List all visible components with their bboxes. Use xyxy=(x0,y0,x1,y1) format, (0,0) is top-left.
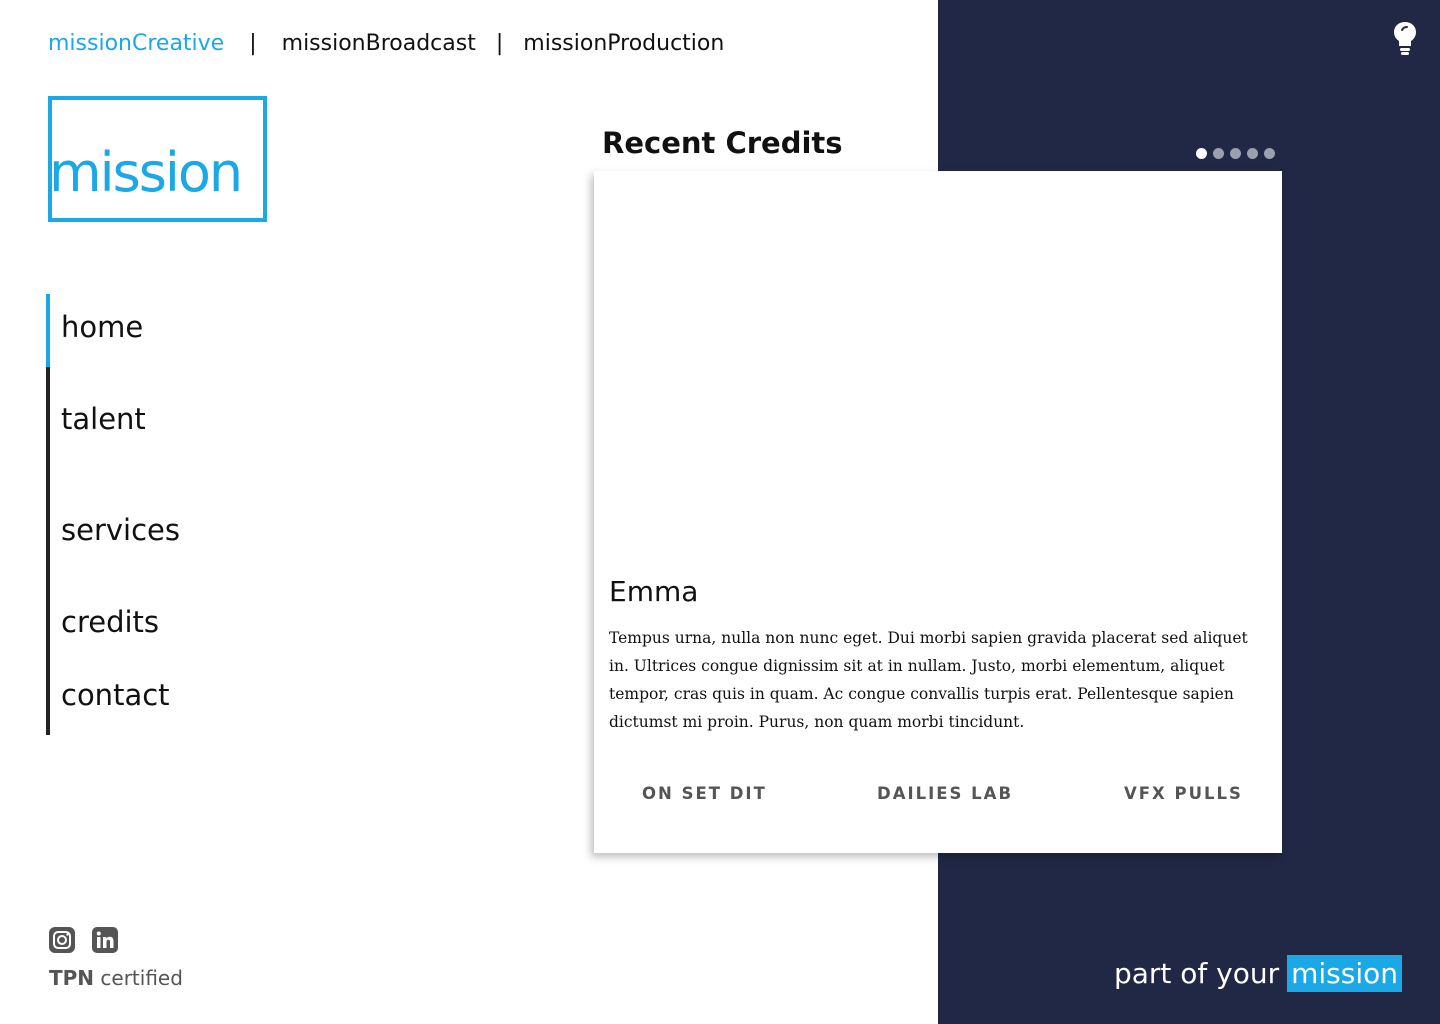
sidenav-item-services[interactable]: services xyxy=(46,478,346,570)
tpn-certified: TPN certified xyxy=(49,966,183,990)
mission-logo[interactable]: mission xyxy=(48,96,267,222)
topnav-mission-creative[interactable]: missionCreative xyxy=(48,31,224,56)
carousel-dot-5[interactable] xyxy=(1264,148,1275,159)
tpn-label: TPN xyxy=(49,966,95,990)
tpn-status: certified xyxy=(100,966,183,990)
sidenav-item-home[interactable]: home xyxy=(46,294,346,367)
card-title: Emma xyxy=(609,575,699,608)
carousel-dot-4[interactable] xyxy=(1247,148,1258,159)
topnav-separator: | xyxy=(495,30,504,56)
tag-vfx-pulls[interactable]: VFX PULLS xyxy=(1124,784,1243,803)
tagline: part of your mission xyxy=(1114,955,1402,992)
instagram-icon[interactable] xyxy=(49,927,75,953)
topnav-separator: | xyxy=(249,30,257,56)
card-image-area xyxy=(594,171,1282,561)
sidenav-item-contact[interactable]: contact xyxy=(46,662,346,735)
social-links xyxy=(49,927,118,953)
section-title: Recent Credits xyxy=(602,126,843,160)
logo-text: mission xyxy=(49,141,243,204)
tagline-highlight: mission xyxy=(1287,955,1402,992)
top-nav: missionCreative | missionBroadcast | mis… xyxy=(48,26,724,60)
linkedin-icon[interactable] xyxy=(92,927,118,953)
sidenav-item-label: talent xyxy=(61,402,146,436)
carousel-dot-2[interactable] xyxy=(1213,148,1224,159)
tag-on-set-dit[interactable]: ON SET DIT xyxy=(642,784,767,803)
sidenav-item-credits[interactable]: credits xyxy=(46,570,346,662)
carousel-dot-3[interactable] xyxy=(1230,148,1241,159)
carousel-dots xyxy=(1196,148,1275,159)
sidenav-item-talent[interactable]: talent xyxy=(46,367,346,478)
lightbulb-icon[interactable] xyxy=(1390,20,1420,56)
card-body: Tempus urna, nulla non nunc eget. Dui mo… xyxy=(609,629,1248,731)
sidenav-item-label: credits xyxy=(61,605,160,639)
tagline-prefix: part of your xyxy=(1113,957,1280,990)
carousel-dot-1[interactable] xyxy=(1196,148,1207,159)
topnav-mission-production[interactable]: missionProduction xyxy=(523,31,724,56)
tag-dailies-lab[interactable]: DAILIES LAB xyxy=(877,784,1013,803)
sidenav-item-label: services xyxy=(61,513,180,547)
side-nav: home talent services credits contact xyxy=(46,294,346,735)
sidenav-item-label: contact xyxy=(61,678,170,712)
sidenav-item-label: home xyxy=(61,310,144,344)
credit-card: Emma Tempus urna, nulla non nunc eget. D… xyxy=(594,171,1282,853)
topnav-mission-broadcast[interactable]: missionBroadcast xyxy=(282,31,476,56)
card-tags: ON SET DIT DAILIES LAB VFX PULLS xyxy=(594,784,1282,808)
